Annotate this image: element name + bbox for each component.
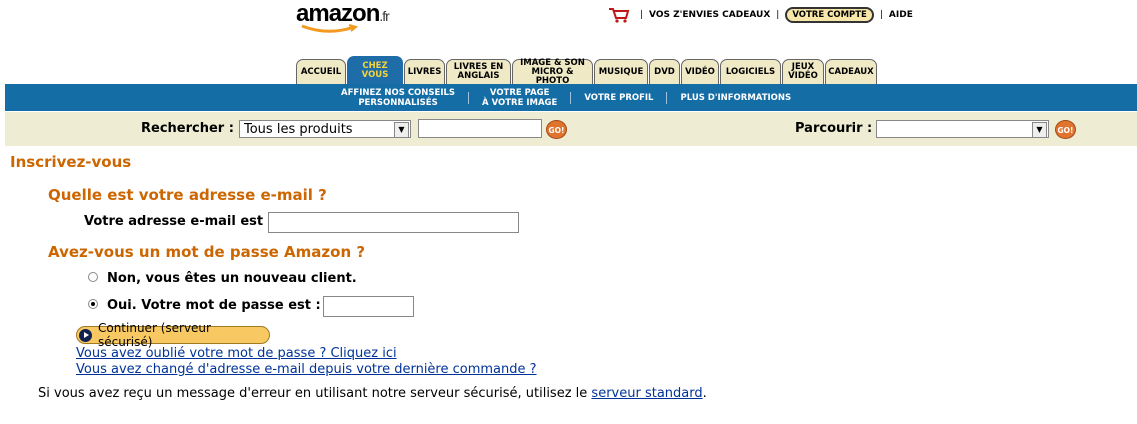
tab-label: LIVRES EN ANGLAIS xyxy=(453,62,504,81)
tab-livres-anglais[interactable]: LIVRES EN ANGLAIS xyxy=(446,59,511,84)
chevron-down-icon: ▼ xyxy=(1032,122,1047,138)
new-customer-label: Non, vous êtes un nouveau client. xyxy=(107,271,357,286)
browse-go-button[interactable]: GO! xyxy=(1055,120,1076,139)
logo-tld: .fr xyxy=(379,8,390,24)
sub-navigation: AFFINEZ NOS CONSEILS PERSONNALISÉS VOTRE… xyxy=(5,84,1137,111)
email-label: Votre adresse e-mail est xyxy=(84,214,264,229)
tab-dvd[interactable]: DVD xyxy=(649,59,680,84)
subnav-more-info[interactable]: PLUS D'INFORMATIONS xyxy=(667,93,804,103)
tab-chez-vous[interactable]: CHEZ VOUS xyxy=(347,56,403,84)
separator: | xyxy=(640,10,644,20)
browse-label: Parcourir : xyxy=(795,121,873,136)
email-heading: Quelle est votre adresse e-mail ? xyxy=(48,186,327,204)
select-value: Tous les produits xyxy=(244,122,353,137)
tab-video[interactable]: VIDÉO xyxy=(681,59,719,84)
new-customer-radio[interactable] xyxy=(88,272,98,282)
wishlist-link[interactable]: VOS Z'ENVIES CADEAUX xyxy=(649,10,770,20)
subnav-your-page[interactable]: VOTRE PAGE À VOTRE IMAGE xyxy=(469,88,570,108)
changed-email-link[interactable]: Vous avez changé d'adresse e-mail depuis… xyxy=(76,362,537,377)
help-link[interactable]: AIDE xyxy=(889,10,913,20)
search-label: Rechercher : xyxy=(141,121,234,136)
chevron-down-icon: ▼ xyxy=(394,122,409,138)
separator: | xyxy=(879,10,883,20)
tab-livres[interactable]: LIVRES xyxy=(404,59,445,84)
forgot-password-link[interactable]: Vous avez oublié votre mot de passe ? Cl… xyxy=(76,346,397,361)
password-field[interactable] xyxy=(323,296,414,317)
subnav-recommendations[interactable]: AFFINEZ NOS CONSEILS PERSONNALISÉS xyxy=(328,88,468,108)
tab-label: CHEZ VOUS xyxy=(361,60,389,80)
tab-logiciels[interactable]: LOGICIELS xyxy=(720,59,781,84)
page-title: Inscrivez-vous xyxy=(10,153,132,171)
subnav-line: AFFINEZ NOS CONSEILS xyxy=(341,87,456,98)
tab-accueil[interactable]: ACCUEIL xyxy=(296,59,346,84)
tab-cadeaux[interactable]: CADEAUX xyxy=(825,59,877,84)
account-button[interactable]: VOTRE COMPTE xyxy=(785,7,874,23)
top-links: | VOS Z'ENVIES CADEAUX | VOTRE COMPTE | … xyxy=(608,6,913,24)
existing-customer-radio[interactable] xyxy=(88,299,98,309)
note-period: . xyxy=(702,386,707,401)
search-input[interactable] xyxy=(418,119,542,138)
error-note: Si vous avez reçu un message d'erreur en… xyxy=(38,386,707,401)
play-icon xyxy=(79,328,92,342)
continue-label: Continuer (serveur sécurisé) xyxy=(97,321,211,349)
search-bar: Rechercher : Tous les produits ▼ GO! Par… xyxy=(5,112,1137,146)
search-category-select[interactable]: Tous les produits ▼ xyxy=(239,120,411,138)
smile-arrow-icon xyxy=(301,24,358,33)
error-note-text: Si vous avez reçu un message d'erreur en… xyxy=(38,386,588,401)
browse-select[interactable]: ▼ xyxy=(876,120,1049,138)
logo-text: amazon xyxy=(296,0,380,27)
subnav-line: VOTRE PAGE xyxy=(489,87,550,98)
tab-label: IMAGE & SON MICRO & PHOTO xyxy=(520,57,585,86)
existing-customer-label: Oui. Votre mot de passe est : xyxy=(107,298,321,313)
separator: | xyxy=(776,10,780,20)
email-field[interactable] xyxy=(268,212,519,233)
search-go-button[interactable]: GO! xyxy=(546,120,567,139)
subnav-line: À VOTRE IMAGE xyxy=(482,97,558,108)
tab-musique[interactable]: MUSIQUE xyxy=(594,59,648,84)
tab-image-son[interactable]: IMAGE & SON MICRO & PHOTO xyxy=(512,57,593,86)
tab-jeux-video[interactable]: JEUX VIDÉO xyxy=(782,59,824,84)
tab-label: JEUX VIDÉO xyxy=(788,62,818,81)
category-tabs: ACCUEIL CHEZ VOUS LIVRES LIVRES EN ANGLA… xyxy=(296,56,878,86)
amazon-logo[interactable]: amazon.fr xyxy=(296,0,390,34)
continue-button[interactable]: Continuer (serveur sécurisé) xyxy=(76,321,270,349)
subnav-profile[interactable]: VOTRE PROFIL xyxy=(571,93,666,103)
password-heading: Avez-vous un mot de passe Amazon ? xyxy=(48,243,366,261)
subnav-line: PERSONNALISÉS xyxy=(358,97,438,108)
standard-server-link[interactable]: serveur standard xyxy=(591,386,702,401)
cart-icon[interactable] xyxy=(608,7,630,23)
